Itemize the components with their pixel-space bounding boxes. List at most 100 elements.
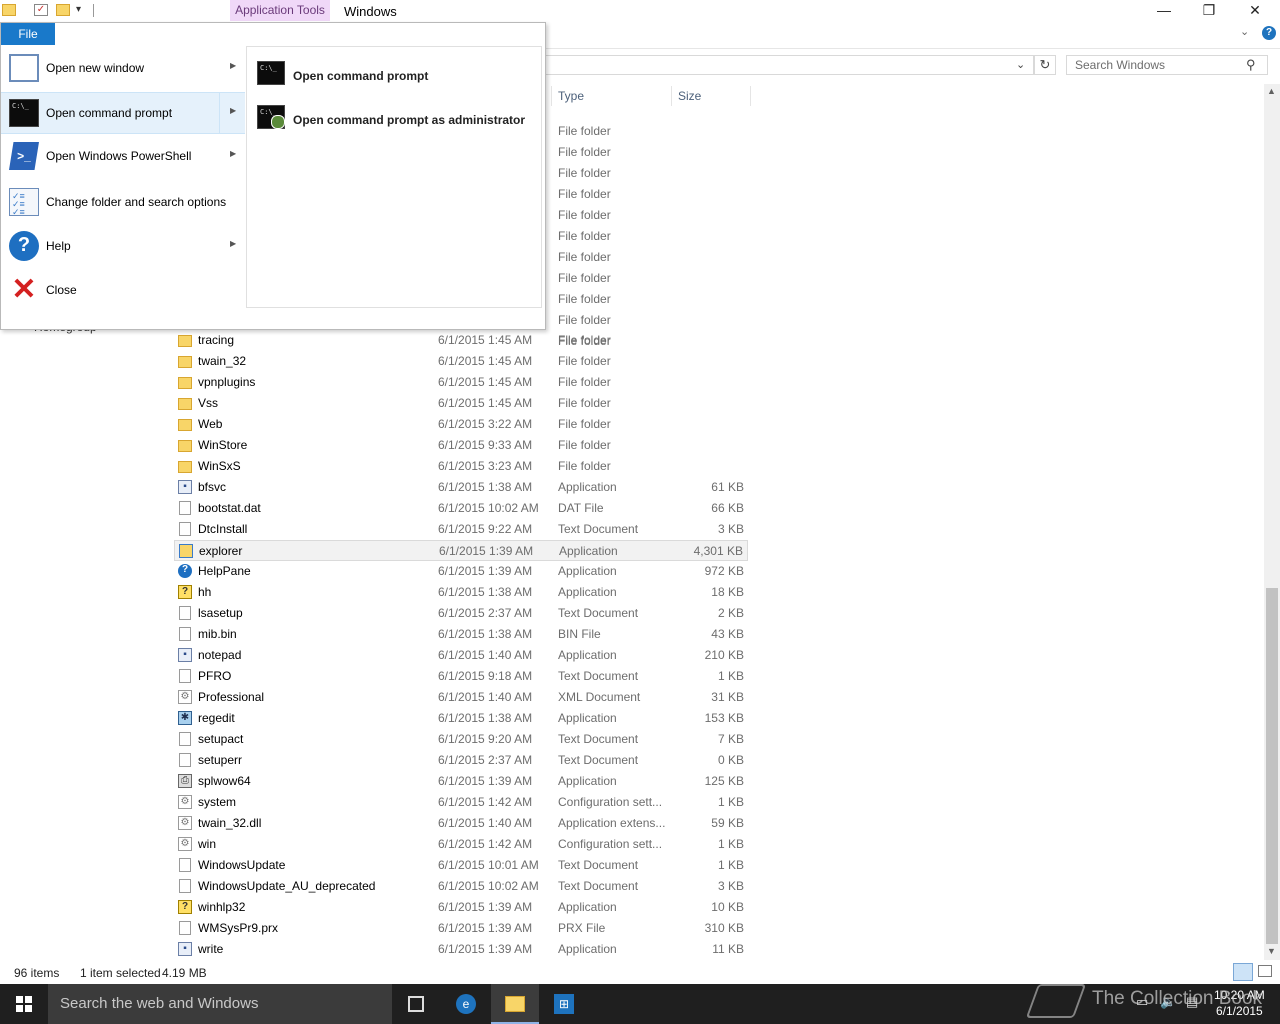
- menu-item-help[interactable]: ? Help ▶: [1, 226, 245, 268]
- file-row[interactable]: ▪ notepad 6/1/2015 1:40 AM Application 210 K…: [174, 645, 748, 666]
- file-name: setuperr: [198, 753, 243, 767]
- column-divider[interactable]: [750, 86, 751, 106]
- new-folder-icon[interactable]: [56, 4, 70, 16]
- menu-item-close[interactable]: ✕ Close: [1, 270, 245, 312]
- file-date: 6/1/2015 10:02 AM: [438, 501, 539, 515]
- file-row[interactable]: ✱ regedit 6/1/2015 1:38 AM Application 153 K…: [174, 708, 748, 729]
- close-window-button[interactable]: ✕: [1232, 0, 1278, 22]
- start-button[interactable]: [0, 984, 48, 1024]
- scroll-down-icon[interactable]: ▼: [1267, 946, 1276, 956]
- submenu-arrow-icon[interactable]: ▶: [230, 106, 236, 115]
- file-row[interactable]: Vss 6/1/2015 1:45 AM File folder: [174, 393, 748, 414]
- search-icon[interactable]: ⚲: [1246, 57, 1256, 73]
- tab-file[interactable]: File: [1, 23, 55, 45]
- file-type-cell: File folder: [558, 313, 611, 327]
- doc-file-icon: [179, 732, 191, 746]
- file-row[interactable]: WindowsUpdate 6/1/2015 10:01 AM Text Docum…: [174, 855, 748, 876]
- file-type: Application: [558, 564, 617, 578]
- file-name: WindowsUpdate: [198, 858, 286, 872]
- file-row[interactable]: ? HelpPane 6/1/2015 1:39 AM Application 972 …: [174, 561, 748, 582]
- file-row[interactable]: ▪ write 6/1/2015 1:39 AM Application 11 KB: [174, 939, 748, 960]
- file-row[interactable]: setuperr 6/1/2015 2:37 AM Text Document 0 K…: [174, 750, 748, 771]
- scroll-up-icon[interactable]: ▲: [1267, 86, 1276, 96]
- file-type: Application: [558, 585, 617, 599]
- column-divider[interactable]: [671, 86, 672, 106]
- internet-explorer-button[interactable]: e: [442, 984, 490, 1024]
- file-explorer-button[interactable]: [491, 984, 539, 1024]
- file-row[interactable]: ? winhlp32 6/1/2015 1:39 AM Application 10 K…: [174, 897, 748, 918]
- file-row[interactable]: ⚙ twain_32.dll 6/1/2015 1:40 AM Application…: [174, 813, 748, 834]
- menu-label: Open new window: [46, 61, 145, 75]
- menu-item-open-command-prompt[interactable]: C:\_ Open command prompt ▶: [1, 92, 245, 134]
- file-row[interactable]: ⚙ win 6/1/2015 1:42 AM Configuration sett..…: [174, 834, 748, 855]
- file-row[interactable]: WMSysPr9.prx 6/1/2015 1:39 AM PRX File 310 …: [174, 918, 748, 939]
- file-row[interactable]: vpnplugins 6/1/2015 1:45 AM File folder: [174, 372, 748, 393]
- file-type-cell: File folder: [558, 271, 611, 285]
- file-date: 6/1/2015 2:37 AM: [438, 753, 533, 767]
- properties-icon[interactable]: ✓: [34, 4, 48, 16]
- title-bar: ✓ ▾ Application Tools Windows — ❐ ✕: [0, 0, 1280, 22]
- app-file-icon: ▪: [178, 648, 192, 662]
- file-row[interactable]: Web 6/1/2015 3:22 AM File folder: [174, 414, 748, 435]
- menu-item-folder-options[interactable]: ✓≡ ✓≡ ✓≡ Change folder and search options: [1, 182, 245, 224]
- file-row[interactable]: PFRO 6/1/2015 9:18 AM Text Document 1 KB: [174, 666, 748, 687]
- file-row[interactable]: ▪ bfsvc 6/1/2015 1:38 AM Application 61 KB: [174, 477, 748, 498]
- refresh-button[interactable]: ↻: [1034, 55, 1056, 75]
- file-name: twain_32.dll: [198, 816, 262, 830]
- file-name: splwow64: [198, 774, 251, 788]
- file-row[interactable]: twain_32 6/1/2015 1:45 AM File folder: [174, 351, 748, 372]
- submenu-arrow-icon: ▶: [230, 149, 237, 158]
- file-row[interactable]: mib.bin 6/1/2015 1:38 AM BIN File 43 KB: [174, 624, 748, 645]
- customize-toolbar-icon[interactable]: ▾: [76, 4, 81, 15]
- cfg-file-icon: ⚙: [178, 795, 192, 809]
- menu-item-open-new-window[interactable]: Open new window ▶: [1, 48, 245, 90]
- file-row[interactable]: ⚙ system 6/1/2015 1:42 AM Configuration set…: [174, 792, 748, 813]
- address-bar[interactable]: [546, 55, 1034, 75]
- file-row[interactable]: DtcInstall 6/1/2015 9:22 AM Text Document 3…: [174, 519, 748, 540]
- ribbon-collapse-icon[interactable]: ⌄: [1240, 25, 1249, 38]
- file-row[interactable]: ⎙ splwow64 6/1/2015 1:39 AM Application 125 …: [174, 771, 748, 792]
- store-icon: ⊞: [554, 994, 574, 1014]
- submenu-arrow-icon: ▶: [230, 61, 237, 70]
- file-row[interactable]: ⚙ Professional 6/1/2015 1:40 AM XML Documen…: [174, 687, 748, 708]
- taskbar-search-input[interactable]: Search the web and Windows: [48, 984, 392, 1024]
- column-divider[interactable]: [551, 86, 552, 106]
- maximize-button[interactable]: ❐: [1186, 0, 1232, 22]
- file-size: 18 KB: [711, 585, 744, 599]
- submenu-label: Open command prompt as administrator: [293, 113, 526, 127]
- help-icon[interactable]: ?: [1262, 26, 1276, 40]
- file-type: Text Document: [558, 669, 639, 683]
- file-date: 6/1/2015 1:39 AM: [438, 564, 533, 578]
- chevron-down-icon[interactable]: ⌄: [1016, 58, 1025, 71]
- folder-file-icon: [178, 398, 192, 410]
- details-view-button[interactable]: [1233, 963, 1253, 981]
- file-row[interactable]: bootstat.dat 6/1/2015 10:02 AM DAT File 66 …: [174, 498, 748, 519]
- file-row[interactable]: WinStore 6/1/2015 9:33 AM File folder: [174, 435, 748, 456]
- search-input[interactable]: Search Windows: [1066, 55, 1268, 75]
- tab-application-tools[interactable]: Application Tools: [230, 0, 330, 21]
- file-row[interactable]: lsasetup 6/1/2015 2:37 AM Text Document 2 K…: [174, 603, 748, 624]
- file-type-cell: File folder: [558, 166, 611, 180]
- file-row[interactable]: tracing 6/1/2015 1:45 AM File folder: [174, 330, 748, 351]
- scrollbar-thumb[interactable]: [1266, 588, 1278, 944]
- column-header-size[interactable]: Size: [678, 89, 701, 103]
- file-size: 2 KB: [717, 606, 744, 620]
- file-date: 6/1/2015 1:42 AM: [438, 837, 533, 851]
- minimize-button[interactable]: —: [1141, 0, 1187, 22]
- store-button[interactable]: ⊞: [540, 984, 588, 1024]
- submenu-open-command-prompt-admin[interactable]: C:\_ Open command prompt as administrato…: [255, 101, 535, 141]
- column-header-type[interactable]: Type: [558, 89, 584, 103]
- file-row[interactable]: setupact 6/1/2015 9:20 AM Text Document 7 K…: [174, 729, 748, 750]
- submenu-open-command-prompt[interactable]: C:\_ Open command prompt: [255, 57, 535, 97]
- file-row[interactable]: WindowsUpdate_AU_deprecated 6/1/2015 10:0…: [174, 876, 748, 897]
- menu-item-open-powershell[interactable]: >_ Open Windows PowerShell ▶: [1, 136, 245, 178]
- selection-count: 1 item selected: [80, 966, 161, 980]
- task-view-button[interactable]: [392, 984, 440, 1024]
- large-icons-view-button[interactable]: [1258, 965, 1272, 977]
- file-row[interactable]: ? hh 6/1/2015 1:38 AM Application 18 KB: [174, 582, 748, 603]
- file-row[interactable]: WinSxS 6/1/2015 3:23 AM File folder: [174, 456, 748, 477]
- file-size: 59 KB: [711, 816, 744, 830]
- file-name: system: [198, 795, 237, 809]
- new-window-icon: [9, 54, 39, 82]
- file-row[interactable]: explorer 6/1/2015 1:39 AM Application 4,301…: [174, 540, 748, 561]
